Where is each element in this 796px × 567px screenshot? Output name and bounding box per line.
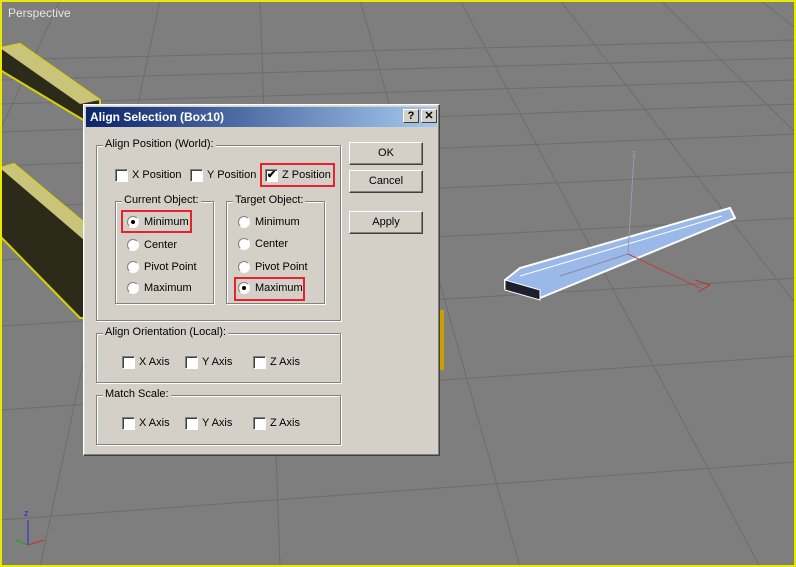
orient-x-checkbox[interactable] xyxy=(122,356,135,369)
current-center-label[interactable]: Center xyxy=(144,239,177,251)
current-maximum-label[interactable]: Maximum xyxy=(144,282,192,294)
orient-z-label[interactable]: Z Axis xyxy=(270,356,300,368)
svg-text:z: z xyxy=(24,508,29,518)
viewport-label[interactable]: Perspective xyxy=(8,6,71,20)
y-position-checkbox[interactable] xyxy=(190,169,203,182)
apply-button[interactable]: Apply xyxy=(349,211,423,234)
scale-x-label[interactable]: X Axis xyxy=(139,417,170,429)
box10-object xyxy=(504,206,737,301)
target-object-label: Target Object: xyxy=(233,194,306,206)
align-orientation-label: Align Orientation (Local): xyxy=(103,326,229,338)
target-minimum-radio[interactable] xyxy=(238,216,250,228)
x-position-checkbox[interactable] xyxy=(115,169,128,182)
target-maximum-highlight xyxy=(234,277,305,301)
match-scale-label: Match Scale: xyxy=(103,388,171,400)
dialog-titlebar[interactable]: Align Selection (Box10) ? ✕ xyxy=(86,107,437,127)
current-maximum-radio[interactable] xyxy=(127,282,139,294)
orient-z-checkbox[interactable] xyxy=(253,356,266,369)
target-pivot-point-label[interactable]: Pivot Point xyxy=(255,261,308,273)
current-center-radio[interactable] xyxy=(127,239,139,251)
dialog-title: Align Selection (Box10) xyxy=(90,110,225,124)
cancel-button[interactable]: Cancel xyxy=(349,170,423,193)
scale-z-checkbox[interactable] xyxy=(253,417,266,430)
scale-y-checkbox[interactable] xyxy=(185,417,198,430)
orient-y-checkbox[interactable] xyxy=(185,356,198,369)
orient-x-label[interactable]: X Axis xyxy=(139,356,170,368)
current-minimum-highlight xyxy=(121,210,192,233)
y-position-label[interactable]: Y Position xyxy=(207,169,256,181)
scale-x-checkbox[interactable] xyxy=(122,417,135,430)
ok-button[interactable]: OK xyxy=(349,142,423,165)
scale-y-label[interactable]: Y Axis xyxy=(202,417,232,429)
target-pivot-point-radio[interactable] xyxy=(238,261,250,273)
scale-z-label[interactable]: Z Axis xyxy=(270,417,300,429)
current-pivot-point-radio[interactable] xyxy=(127,261,139,273)
z-position-highlight xyxy=(260,163,335,187)
current-object-label: Current Object: xyxy=(122,194,201,206)
current-pivot-point-label[interactable]: Pivot Point xyxy=(144,261,197,273)
svg-text:z: z xyxy=(632,148,637,158)
target-minimum-label[interactable]: Minimum xyxy=(255,216,300,228)
orient-y-label[interactable]: Y Axis xyxy=(202,356,232,368)
x-position-label[interactable]: X Position xyxy=(132,169,182,181)
close-button[interactable]: ✕ xyxy=(421,109,437,123)
target-center-radio[interactable] xyxy=(238,238,250,250)
align-selection-dialog: Align Selection (Box10) ? ✕ Align Positi… xyxy=(83,104,440,456)
help-button[interactable]: ? xyxy=(403,109,419,123)
align-position-label: Align Position (World): xyxy=(103,138,216,150)
close-icon: ✕ xyxy=(424,110,434,122)
target-center-label[interactable]: Center xyxy=(255,238,288,250)
